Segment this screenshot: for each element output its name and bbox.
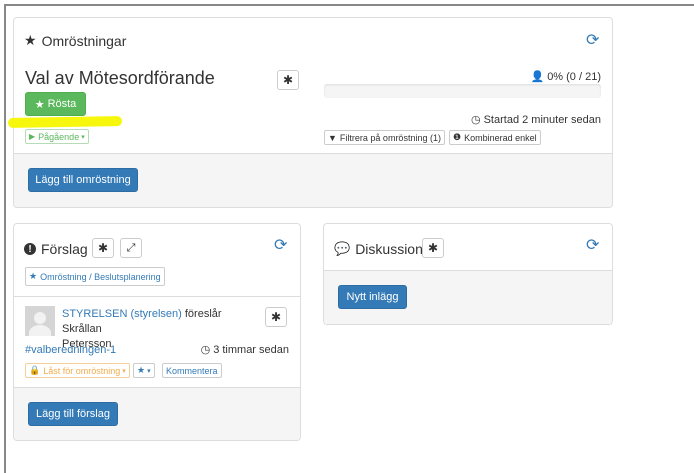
caret-down-icon: ▾: [147, 367, 151, 375]
highlight-mark: [7, 116, 123, 128]
gear-icon: ✱: [97, 241, 109, 255]
star-icon: ★: [24, 32, 37, 48]
proposals-panel-title: ! Förslag: [24, 241, 88, 257]
proposals-settings-button[interactable]: ✱: [92, 238, 114, 258]
refresh-icon[interactable]: ⟳: [586, 30, 599, 50]
avatar: [25, 306, 55, 336]
star-icon: ★: [34, 98, 45, 111]
method-button[interactable]: ❶ Kombinerad enkel: [449, 130, 541, 145]
proposal-settings-button[interactable]: ✱: [265, 307, 287, 327]
polls-panel-title: ★ Omröstningar: [24, 32, 127, 49]
vote-progress-bar: [324, 84, 601, 98]
caret-down-icon: ▾: [81, 133, 85, 141]
discussion-settings-button[interactable]: ✱: [422, 238, 444, 258]
proposal-divider: [14, 296, 300, 297]
star-icon: ★: [29, 271, 38, 281]
comment-icon: 💬: [334, 241, 351, 256]
polls-panel: ★ Omröstningar ⟳ Val av Mötesordförande …: [13, 17, 613, 208]
status-dropdown[interactable]: ▶ Pågående ▾: [25, 129, 89, 144]
started-time: ◷ Startad 2 minuter sedan: [470, 113, 601, 127]
refresh-icon[interactable]: ⟳: [274, 235, 287, 255]
vote-button[interactable]: ★ Rösta: [25, 92, 86, 116]
gear-icon: ✱: [282, 73, 294, 87]
star-dropdown[interactable]: ★ ▾: [133, 363, 155, 378]
locked-dropdown[interactable]: 🔒 Låst för omröstning ▾: [25, 363, 130, 378]
filter-poll-button[interactable]: ▼ Filtrera på omröstning (1): [324, 130, 445, 145]
add-proposal-button[interactable]: Lägg till förslag: [28, 402, 118, 426]
filter-icon: ▼: [328, 132, 337, 143]
new-post-button[interactable]: Nytt inlägg: [338, 285, 407, 309]
add-poll-button[interactable]: Lägg till omröstning: [28, 168, 138, 192]
clock-icon: ◷: [470, 114, 481, 126]
proposals-panel-footer: Lägg till förslag: [14, 387, 300, 440]
play-icon: ▶: [29, 132, 36, 141]
info-icon: ❶: [453, 132, 462, 142]
hashtag-link[interactable]: #valberedningen-1: [25, 344, 116, 356]
gear-icon: ✱: [427, 241, 439, 255]
refresh-icon[interactable]: ⟳: [586, 235, 599, 255]
expand-button[interactable]: ⤢: [120, 238, 142, 258]
discussion-panel: 💬 Diskussion ✱ ⟳ Nytt inlägg: [323, 223, 613, 325]
user-icon: 👤: [530, 71, 545, 83]
discussion-panel-title: 💬 Diskussion: [334, 241, 423, 257]
author-link[interactable]: STYRELSEN (styrelsen): [62, 308, 182, 320]
tag-button[interactable]: ★ Omröstning / Beslutsplanering: [25, 267, 165, 286]
expand-icon: ⤢: [126, 241, 136, 254]
discussion-panel-footer: Nytt inlägg: [324, 270, 612, 324]
caret-down-icon: ▾: [122, 367, 126, 375]
clock-icon: ◷: [200, 344, 211, 356]
voters-count: 👤 0% (0 / 21): [530, 70, 601, 84]
star-icon: ★: [137, 365, 146, 375]
polls-panel-footer: Lägg till omröstning: [14, 153, 612, 207]
gear-icon: ✱: [270, 310, 282, 324]
poll-title: Val av Mötesordförande: [25, 68, 215, 88]
proposal-time: ◷ 3 timmar sedan: [200, 343, 289, 357]
proposals-panel: ! Förslag ✱ ⤢ ⟳ ★ Omröstning / Beslutspl…: [13, 223, 301, 441]
comment-button[interactable]: Kommentera: [162, 363, 222, 378]
exclamation-circle-icon: !: [24, 243, 36, 255]
poll-settings-button[interactable]: ✱: [277, 70, 299, 90]
lock-icon: 🔒: [29, 365, 41, 375]
